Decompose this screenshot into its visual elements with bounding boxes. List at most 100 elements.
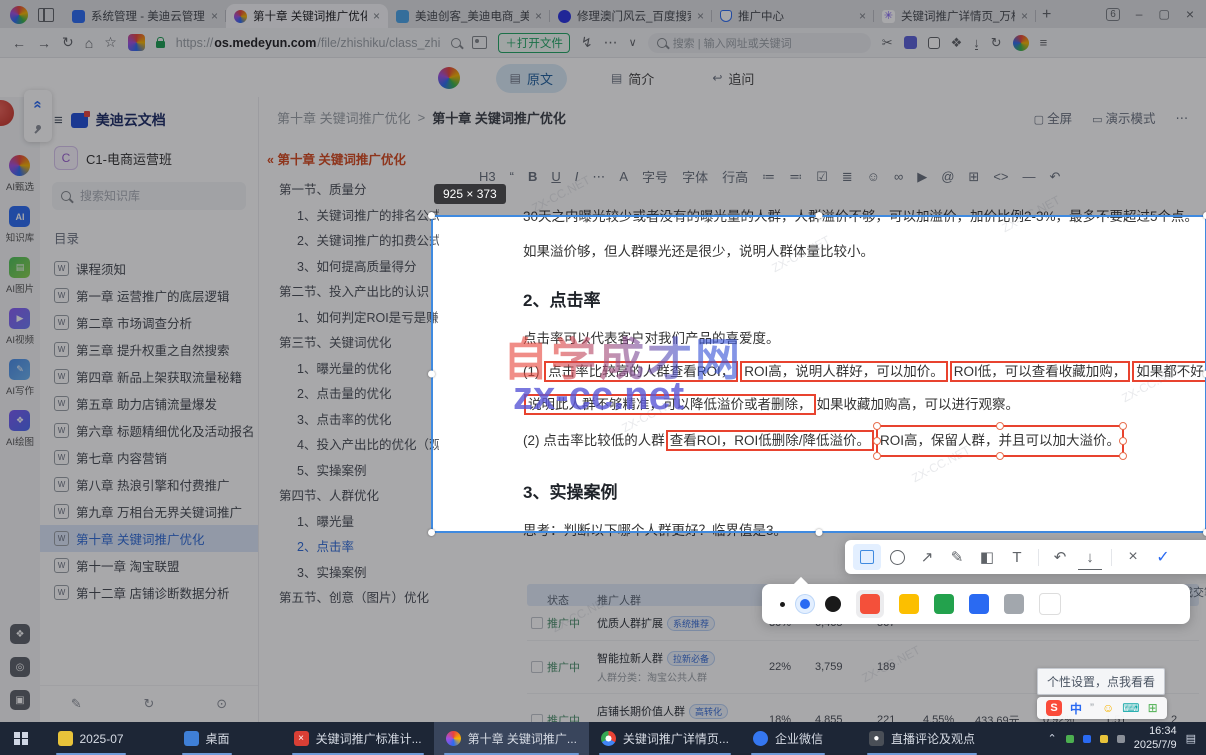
reload-icon[interactable]: ↻	[62, 34, 74, 51]
rail-item-ai-video[interactable]: ▶ AI视频	[6, 308, 34, 346]
taskbar-folder[interactable]: 2025-07	[46, 722, 136, 755]
tab-close-icon[interactable]: ×	[211, 9, 218, 23]
outline-item[interactable]: 3、点击率的优化	[267, 408, 439, 434]
italic-icon[interactable]: I	[575, 169, 579, 184]
keyboard-icon[interactable]: ⌨	[1122, 701, 1139, 715]
resize-handle[interactable]	[996, 452, 1005, 460]
resize-handle[interactable]	[1119, 437, 1128, 445]
open-file-button[interactable]: ＋打开文件	[498, 32, 570, 53]
color-yellow[interactable]	[899, 594, 919, 614]
outline-item-selected[interactable]: 2、点击率	[267, 535, 439, 561]
outline-item[interactable]: 5、实操案例	[267, 459, 439, 485]
home-icon[interactable]: ⌂	[85, 35, 93, 51]
breadcrumb-parent[interactable]: 第十章 关键词推广优化	[277, 108, 411, 127]
download-tool[interactable]: ↓	[1076, 544, 1104, 570]
ime-lang-indicator[interactable]: 中	[1070, 700, 1082, 717]
back-icon[interactable]: ←	[12, 35, 26, 51]
skin-icon[interactable]: ⊞	[1148, 701, 1158, 715]
font-color-icon[interactable]: A	[619, 169, 628, 184]
quick-widget[interactable]: «	[24, 90, 52, 142]
taskbar-chrome[interactable]: 关键词推广详情页...	[589, 722, 741, 755]
align-icon[interactable]: ≣	[842, 169, 853, 185]
toolbox-icon[interactable]: ▣	[10, 690, 30, 710]
bookmark-star-icon[interactable]: ☆	[104, 34, 117, 51]
pin-icon[interactable]	[33, 125, 43, 135]
color-white[interactable]	[1039, 593, 1061, 615]
scissors-icon[interactable]: ✂	[882, 35, 893, 51]
tab-original[interactable]: ▤ 原文	[495, 63, 567, 93]
fullscreen-button[interactable]: ▢ 全屏	[1034, 108, 1072, 127]
tab-keyword-detail[interactable]: ✳ 关键词推广详情页_万相 ×	[874, 4, 1036, 28]
red-annotation-box[interactable]: 说明此人群不够精准，可以降低溢价或者删除，	[524, 394, 816, 415]
rail-item-ai-image[interactable]: ▤ AI图片	[6, 257, 34, 295]
outline-item[interactable]: 第五节、创意（图片）优化	[267, 586, 439, 612]
color-red-selected[interactable]	[856, 590, 884, 618]
taskbar-desktop[interactable]: 桌面	[172, 722, 242, 755]
more-icon[interactable]: ⋯	[604, 34, 618, 51]
bold-icon[interactable]: B	[528, 169, 537, 184]
red-annotation-box[interactable]: ROI低，可以查看收藏加购，	[949, 361, 1131, 382]
quote-icon[interactable]: “	[510, 169, 514, 184]
row-checkbox[interactable]	[531, 661, 543, 673]
rail-item-ai-select[interactable]: AI甄选	[6, 155, 34, 193]
tab-chapter10[interactable]: 第十章 关键词推广优化 ×	[226, 4, 388, 28]
outline-item[interactable]: 3、如何提高质量得分	[267, 255, 439, 281]
sidebar-item-ch11[interactable]: 第十一章 淘宝联盟	[40, 552, 258, 579]
resize-handle[interactable]	[873, 452, 882, 460]
compose-icon[interactable]: ✎	[71, 696, 82, 712]
tab-summary[interactable]: ▤ 简介	[597, 64, 668, 93]
workspace-icon[interactable]	[38, 8, 54, 22]
plugin-icon[interactable]: ❖	[10, 624, 30, 644]
punctuation-icon[interactable]: ”	[1090, 701, 1094, 715]
sidebar-item-ch5[interactable]: 第五章 助力店铺流量爆发	[40, 390, 258, 417]
sidebar-item-intro[interactable]: 课程须知	[40, 255, 258, 282]
arrow-tool[interactable]: ↗	[913, 544, 941, 570]
outline-item[interactable]: 4、投入产出比的优化（观察7天/15...	[267, 433, 439, 459]
rail-item-ai-draw[interactable]: ❖ AI绘图	[6, 410, 34, 448]
tab-close-icon[interactable]: ×	[859, 9, 866, 23]
taskbar-doc-window[interactable]: 第十章 关键词推广...	[433, 722, 589, 755]
zoom-icon[interactable]	[451, 37, 462, 48]
taskbar-wecom[interactable]: 企业微信	[741, 722, 835, 755]
more-format-icon[interactable]: ⋯	[592, 169, 605, 185]
tab-baidu-search[interactable]: 修理澳门风云_百度搜索 ×	[550, 4, 712, 28]
sidebar-item-ch9[interactable]: 第九章 万相台无界关键词推广	[40, 498, 258, 525]
menu-icon[interactable]: ≡	[54, 112, 63, 129]
mention-icon[interactable]: @	[941, 169, 954, 184]
undo-icon[interactable]: ↶	[1050, 169, 1061, 185]
confirm-tool[interactable]: ✓	[1149, 544, 1177, 570]
tab-close-icon[interactable]: ×	[535, 9, 542, 23]
outline-title[interactable]: « 第十章 关键词推广优化	[267, 149, 439, 168]
resize-handle[interactable]	[873, 422, 882, 430]
tray-icon[interactable]	[1082, 734, 1091, 743]
history-icon[interactable]: ↻	[991, 35, 1002, 51]
ordered-list-icon[interactable]: ≕	[789, 169, 802, 185]
red-annotation-box-selected[interactable]: ROI高，保留人群，并且可以加大溢价。	[873, 422, 1128, 460]
emoji-icon[interactable]: ☺	[1102, 701, 1114, 715]
rail-item-knowledge[interactable]: AI 知识库	[6, 206, 34, 244]
menu-icon[interactable]: ≡	[1040, 35, 1048, 50]
browser-search[interactable]: 搜索 | 输入网址或关键词	[647, 32, 871, 53]
line-height-select[interactable]: 行高	[722, 167, 748, 186]
power-icon[interactable]: ⊙	[216, 696, 227, 712]
resize-handle[interactable]	[1119, 422, 1128, 430]
extensions-puzzle-icon[interactable]: ❖	[951, 35, 963, 51]
search-input[interactable]	[78, 188, 212, 204]
resize-handle[interactable]	[996, 422, 1005, 430]
video-icon[interactable]: ▶	[917, 169, 927, 185]
tray-icon[interactable]	[1099, 734, 1108, 743]
underline-icon[interactable]: U	[551, 169, 560, 184]
new-tab-button[interactable]: +	[1042, 6, 1051, 24]
cancel-tool[interactable]: ×	[1119, 544, 1147, 570]
outline-item[interactable]: 2、点击量的优化	[267, 382, 439, 408]
outline-item[interactable]: 第一节、质量分	[267, 178, 439, 204]
bullet-list-icon[interactable]: ≔	[762, 169, 775, 185]
outline-item[interactable]: 1、关键词推广的排名公式	[267, 204, 439, 230]
sidebar-item-ch6[interactable]: 第六章 标题精细优化及活动报名	[40, 417, 258, 444]
outline-item[interactable]: 3、实操案例	[267, 561, 439, 587]
more-actions-button[interactable]: ⋯	[1176, 110, 1189, 125]
forward-icon[interactable]: →	[37, 35, 51, 51]
sidebar-search[interactable]	[52, 182, 246, 210]
address-bar[interactable]: https://os.medeyun.com/file/zhishiku/cla…	[176, 36, 441, 50]
emoji-icon[interactable]: ☺	[867, 169, 880, 184]
